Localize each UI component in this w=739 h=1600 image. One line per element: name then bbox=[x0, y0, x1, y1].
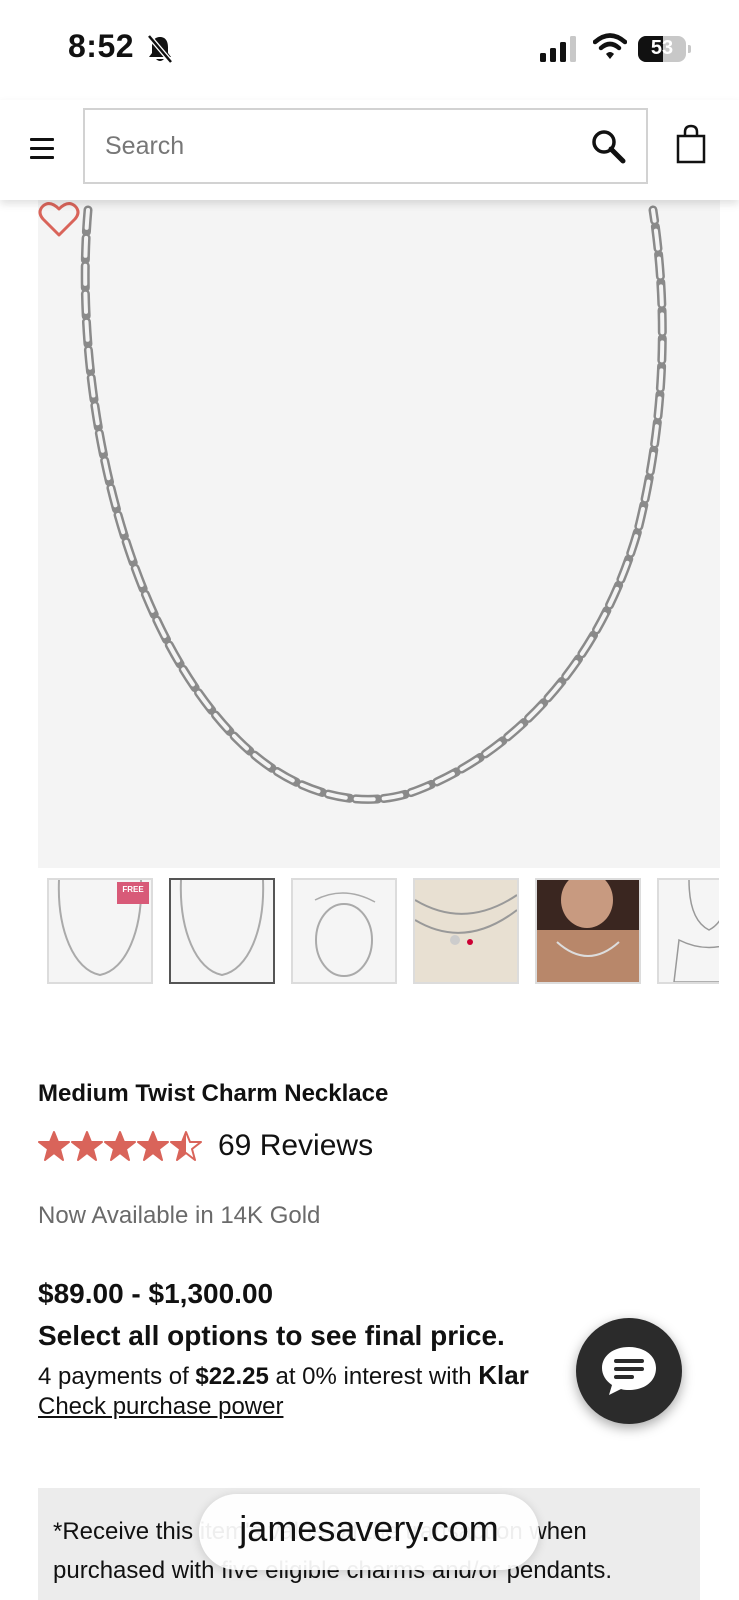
cellular-signal-icon bbox=[540, 36, 576, 62]
thumbnail-5[interactable] bbox=[535, 878, 641, 984]
klarna-amount: $22.25 bbox=[195, 1363, 269, 1390]
battery-icon: 53 bbox=[638, 36, 691, 62]
star-full-icon bbox=[71, 1131, 103, 1161]
availability-note: Now Available in 14K Gold bbox=[38, 1202, 321, 1229]
price-range: $89.00 - $1,300.00 bbox=[38, 1278, 274, 1309]
hamburger-menu-icon[interactable] bbox=[30, 138, 54, 160]
thumbnail-6[interactable] bbox=[657, 878, 719, 984]
rating-row[interactable]: 69 Reviews bbox=[38, 1126, 373, 1166]
wifi-icon bbox=[593, 33, 627, 59]
product-title: Medium Twist Charm Necklace bbox=[38, 1080, 389, 1107]
chat-bubble-icon bbox=[602, 1347, 656, 1395]
klarna-logo: Klar bbox=[478, 1360, 529, 1390]
thumbnail-2[interactable] bbox=[169, 878, 275, 984]
klarna-middle: at 0% interest with bbox=[268, 1363, 479, 1390]
search-bar[interactable] bbox=[83, 108, 648, 184]
thumbnail-1[interactable]: FREE bbox=[47, 878, 153, 984]
price-note: Select all options to see final price. bbox=[38, 1320, 505, 1351]
site-header bbox=[0, 100, 739, 200]
status-bar: 8:52 53 bbox=[0, 0, 739, 100]
search-icon[interactable] bbox=[590, 128, 626, 164]
check-purchase-power-link[interactable]: Check purchase power bbox=[38, 1393, 283, 1421]
free-badge: FREE bbox=[117, 882, 149, 904]
star-full-icon bbox=[137, 1131, 169, 1161]
chat-button[interactable] bbox=[576, 1318, 682, 1424]
url-text: jamesavery.com bbox=[239, 1508, 499, 1549]
reviews-count[interactable]: 69 Reviews bbox=[218, 1129, 373, 1163]
thumbnail-strip: FREE bbox=[47, 878, 719, 986]
klarna-prefix: 4 payments of bbox=[38, 1363, 196, 1390]
battery-level: 53 bbox=[650, 37, 674, 59]
shopping-bag-icon[interactable] bbox=[676, 124, 706, 164]
search-input[interactable] bbox=[105, 128, 565, 164]
star-full-icon bbox=[38, 1131, 70, 1161]
necklace-image bbox=[80, 205, 667, 804]
browser-url-bar[interactable]: jamesavery.com bbox=[199, 1494, 539, 1570]
wishlist-heart-icon[interactable] bbox=[38, 200, 80, 238]
status-time: 8:52 bbox=[68, 28, 135, 64]
bell-slash-icon bbox=[147, 34, 173, 64]
star-half-icon bbox=[170, 1131, 202, 1161]
thumbnail-4[interactable] bbox=[413, 878, 519, 984]
star-full-icon bbox=[104, 1131, 136, 1161]
klarna-installments: 4 payments of $22.25 at 0% interest with… bbox=[38, 1360, 598, 1391]
thumbnail-3[interactable] bbox=[291, 878, 397, 984]
product-main-image[interactable] bbox=[38, 200, 720, 868]
star-rating bbox=[38, 1130, 202, 1162]
